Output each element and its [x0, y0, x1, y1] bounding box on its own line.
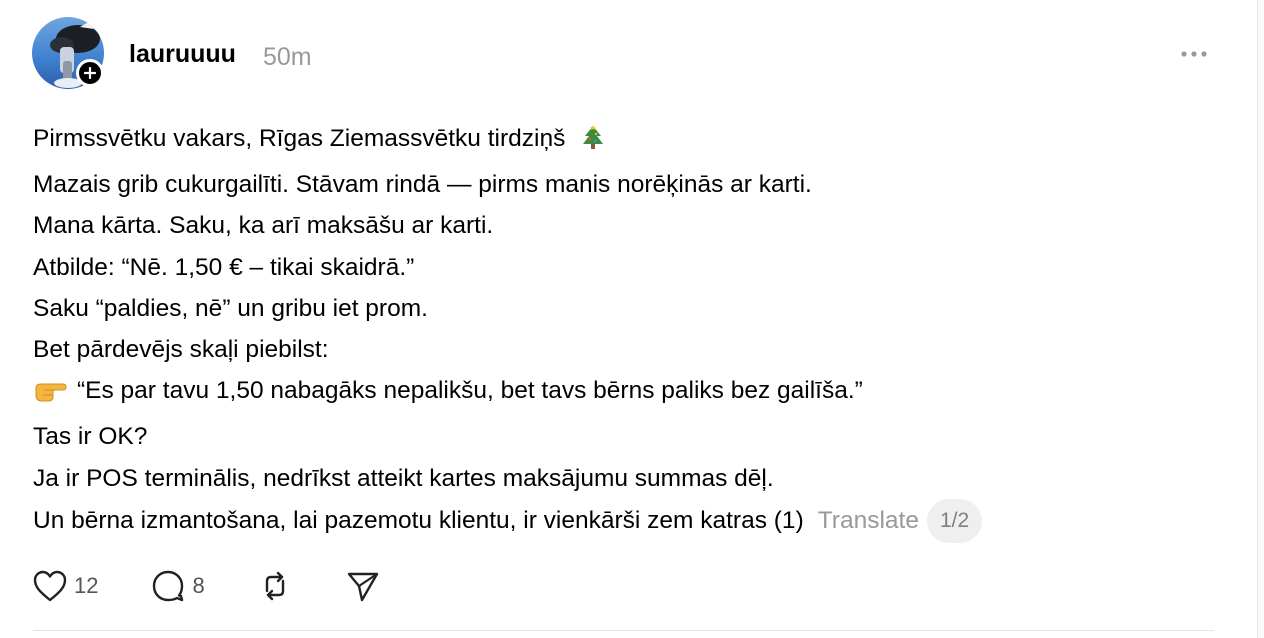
post-line-text: Mazais grib cukurgailīti. Stāvam rindā —…	[33, 171, 812, 199]
post-line-text: Saku “paldies, nē” un gribu iet prom.	[33, 294, 428, 322]
post-line-text: “Es par tavu 1,50 nabagāks nepalikšu, be…	[77, 377, 863, 405]
post-line: Atbilde: “Nē. 1,50 € – tikai skaidrā.”	[33, 247, 1193, 288]
author-username[interactable]: lauruuuu	[129, 40, 236, 69]
post-line: Mazais grib cukurgailīti. Stāvam rindā —…	[33, 164, 1193, 205]
post-line: Saku “paldies, nē” un gribu iet prom.	[33, 288, 1193, 329]
comment-button[interactable]: 8	[150, 569, 205, 603]
repost-arrows-icon	[265, 571, 284, 601]
pointing-right-hand-icon	[33, 375, 67, 416]
like-button[interactable]: 12	[32, 569, 98, 603]
post-divider	[33, 630, 1214, 631]
heart-icon	[33, 570, 67, 602]
page-indicator-badge[interactable]: 1/2	[926, 498, 983, 543]
translate-link[interactable]: Translate	[818, 507, 919, 534]
post-line: Tas ir OK?	[33, 416, 1193, 457]
post-line-text: Bet pārdevējs skaļi piebilst:	[33, 336, 329, 364]
window-edge	[1257, 0, 1264, 638]
christmas-tree-icon	[582, 123, 604, 164]
post-line-text: Tas ir OK?	[33, 423, 148, 451]
share-button[interactable]	[345, 569, 381, 603]
repost-button[interactable]	[257, 569, 293, 603]
comment-count: 8	[192, 573, 205, 598]
post-line-text: Pirmssvētku vakars, Rīgas Ziemassvētku t…	[33, 125, 566, 152]
post-line-text: Atbilde: “Nē. 1,50 € – tikai skaidrā.”	[33, 253, 415, 281]
post-text: Pirmssvētku vakars, Rīgas Ziemassvētku t…	[33, 118, 1193, 543]
author-avatar-container[interactable]	[32, 17, 104, 89]
post-line: Bet pārdevējs skaļi piebilst:	[33, 329, 1193, 370]
post-line: “Es par tavu 1,50 nabagāks nepalikšu, be…	[33, 370, 1193, 416]
post-line-text: Un bērna izmantošana, lai pazemotu klien…	[33, 506, 804, 534]
post-line-text: Ja ir POS terminālis, nedrīkst atteikt k…	[33, 464, 774, 492]
more-dots-icon	[1181, 51, 1207, 57]
post-actions-bar: 12 8	[32, 566, 433, 606]
post-line: Pirmssvētku vakars, Rīgas Ziemassvētku t…	[33, 118, 1193, 164]
like-count: 12	[74, 573, 99, 598]
follow-plus-button[interactable]	[76, 59, 104, 87]
post-line-text: Mana kārta. Saku, ka arī maksāšu ar kart…	[33, 212, 494, 240]
plus-icon	[84, 67, 96, 79]
post-line: Ja ir POS terminālis, nedrīkst atteikt k…	[33, 458, 1193, 499]
post-line: Un bērna izmantošana, lai pazemotu klien…	[33, 498, 1193, 543]
paper-plane-icon	[347, 572, 378, 602]
speech-bubble-icon	[153, 570, 184, 602]
post-timestamp[interactable]: 50m	[263, 43, 312, 72]
post-line: Mana kārta. Saku, ka arī maksāšu ar kart…	[33, 205, 1193, 246]
more-options-button[interactable]	[1176, 44, 1212, 64]
